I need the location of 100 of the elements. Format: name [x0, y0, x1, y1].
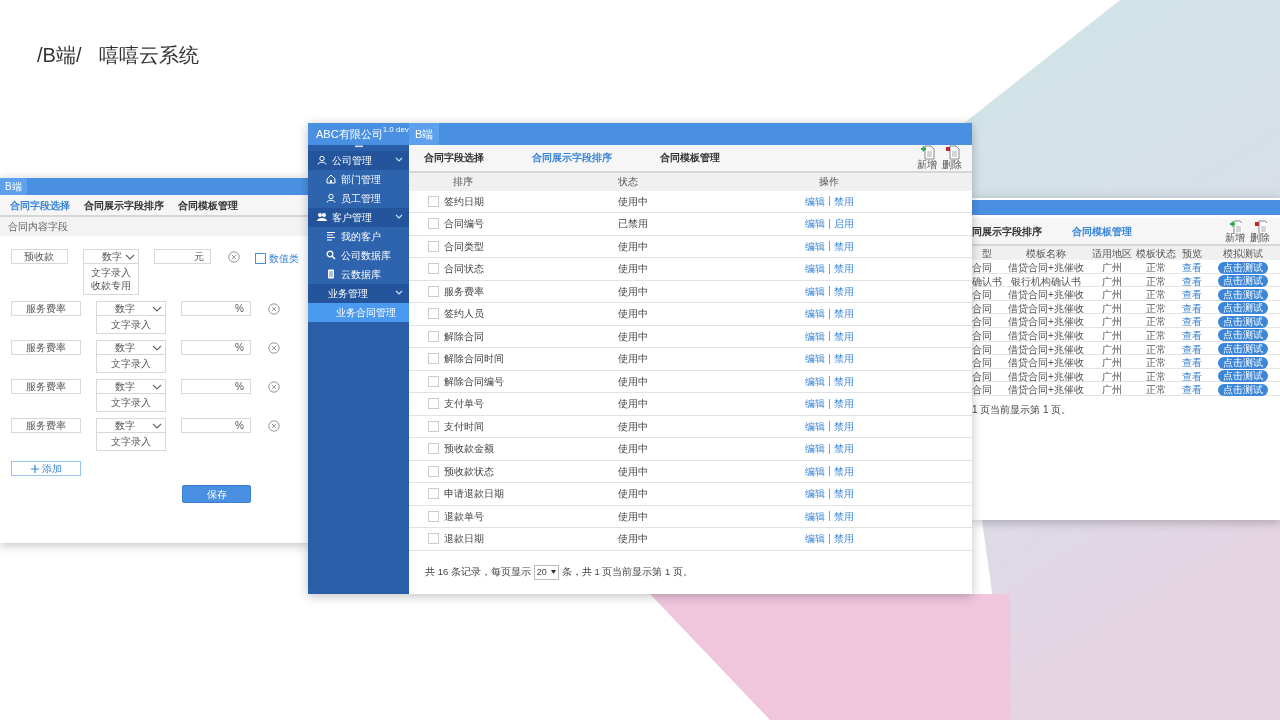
- remove-icon[interactable]: [268, 381, 280, 393]
- row-checkbox[interactable]: [428, 488, 439, 500]
- preview-link[interactable]: 查看: [1182, 300, 1202, 316]
- test-button[interactable]: 点击测试: [1218, 302, 1268, 315]
- remove-icon[interactable]: [268, 303, 280, 315]
- action-link[interactable]: 编辑: [804, 283, 825, 299]
- action-link[interactable]: 编辑: [804, 396, 825, 412]
- add-button[interactable]: 添加: [11, 461, 81, 476]
- action-link[interactable]: 禁用: [833, 193, 854, 209]
- remove-icon[interactable]: [268, 342, 280, 354]
- name-field[interactable]: 服务费率: [11, 340, 81, 355]
- name-field[interactable]: 服务费率: [11, 418, 81, 433]
- action-link[interactable]: 编辑: [804, 441, 825, 457]
- row-checkbox[interactable]: [428, 285, 439, 297]
- row-checkbox[interactable]: [428, 443, 439, 455]
- row-checkbox[interactable]: [428, 465, 439, 477]
- type-select[interactable]: 数字: [96, 418, 166, 433]
- test-button[interactable]: 点击测试: [1218, 315, 1268, 328]
- action-link[interactable]: 禁用: [833, 508, 854, 524]
- action-link[interactable]: 编辑: [804, 261, 825, 277]
- row-checkbox[interactable]: [428, 353, 439, 365]
- test-button[interactable]: 点击测试: [1218, 343, 1268, 356]
- action-link[interactable]: 编辑: [804, 486, 825, 502]
- unit-field[interactable]: 元: [153, 249, 212, 264]
- action-link[interactable]: 启用: [833, 216, 854, 232]
- action-link[interactable]: 编辑: [804, 531, 825, 547]
- action-link[interactable]: 编辑: [804, 216, 825, 232]
- name-field[interactable]: 预收款: [11, 249, 68, 264]
- test-button[interactable]: 点击测试: [1218, 275, 1268, 288]
- preview-link[interactable]: 查看: [1182, 368, 1202, 384]
- preview-link[interactable]: 查看: [1182, 273, 1202, 289]
- action-link[interactable]: 编辑: [804, 508, 825, 524]
- action-link[interactable]: 编辑: [804, 238, 825, 254]
- preview-link[interactable]: 查看: [1182, 382, 1202, 398]
- tab[interactable]: 合同模板管理: [660, 150, 720, 165]
- type-select[interactable]: 数字: [96, 340, 166, 355]
- test-button[interactable]: 点击测试: [1218, 329, 1268, 342]
- row-checkbox[interactable]: [428, 330, 439, 342]
- tab[interactable]: 合同展示字段排序: [532, 150, 612, 165]
- action-link[interactable]: 禁用: [833, 283, 854, 299]
- action-link[interactable]: 禁用: [833, 238, 854, 254]
- action-link[interactable]: 禁用: [833, 306, 854, 322]
- preview-link[interactable]: 查看: [1182, 314, 1202, 330]
- dropdown-option[interactable]: 文字录入: [90, 266, 131, 279]
- tab[interactable]: 合同字段选择: [10, 197, 70, 213]
- toolbar-button[interactable]: 删除: [1250, 219, 1270, 243]
- row-checkbox[interactable]: [428, 398, 439, 410]
- save-button[interactable]: 保存: [182, 485, 251, 503]
- section-tab[interactable]: B端: [0, 178, 27, 195]
- action-link[interactable]: 禁用: [833, 441, 854, 457]
- remove-icon[interactable]: [268, 420, 280, 432]
- name-field[interactable]: 服务费率: [11, 301, 81, 316]
- action-link[interactable]: 禁用: [833, 396, 854, 412]
- row-checkbox[interactable]: [428, 375, 439, 387]
- type-select[interactable]: 数字: [82, 249, 139, 264]
- action-link[interactable]: 禁用: [833, 486, 854, 502]
- section-tab[interactable]: B端: [409, 123, 440, 145]
- unit-field[interactable]: %: [181, 379, 251, 394]
- action-link[interactable]: 禁用: [833, 463, 854, 479]
- action-link[interactable]: 编辑: [804, 328, 825, 344]
- action-link[interactable]: 编辑: [804, 373, 825, 389]
- remove-icon[interactable]: [228, 251, 241, 263]
- preview-link[interactable]: 查看: [1182, 341, 1202, 357]
- action-link[interactable]: 编辑: [804, 463, 825, 479]
- tab[interactable]: 合同模板管理: [1072, 223, 1132, 239]
- name-field[interactable]: 服务费率: [11, 379, 81, 394]
- tab[interactable]: 合同展示字段排序: [84, 197, 164, 213]
- row-checkbox[interactable]: [428, 240, 439, 252]
- preview-link[interactable]: 查看: [1182, 287, 1202, 303]
- test-button[interactable]: 点击测试: [1218, 261, 1268, 274]
- action-link[interactable]: 禁用: [833, 351, 854, 367]
- tab[interactable]: 同展示字段排序: [972, 223, 1042, 239]
- test-button[interactable]: 点击测试: [1218, 370, 1268, 383]
- dropdown-option[interactable]: 收款专用: [90, 279, 131, 292]
- unit-field[interactable]: %: [181, 301, 251, 316]
- action-link[interactable]: 禁用: [833, 418, 854, 434]
- checkbox[interactable]: [255, 253, 267, 264]
- page-size-select[interactable]: 20: [533, 564, 559, 580]
- row-checkbox[interactable]: [428, 218, 439, 230]
- row-checkbox[interactable]: [428, 308, 439, 320]
- row-checkbox[interactable]: [428, 195, 439, 207]
- action-link[interactable]: 编辑: [804, 306, 825, 322]
- action-link[interactable]: 编辑: [804, 418, 825, 434]
- test-button[interactable]: 点击测试: [1218, 288, 1268, 301]
- type-select[interactable]: 数字: [96, 379, 166, 394]
- preview-link[interactable]: 查看: [1182, 327, 1202, 343]
- test-button[interactable]: 点击测试: [1218, 383, 1268, 396]
- action-link[interactable]: 编辑: [804, 351, 825, 367]
- action-link[interactable]: 编辑: [804, 193, 825, 209]
- test-button[interactable]: 点击测试: [1218, 356, 1268, 369]
- type-select[interactable]: 数字: [96, 301, 166, 316]
- toolbar-button[interactable]: 删除: [942, 145, 962, 170]
- toolbar-button[interactable]: 新增: [917, 145, 937, 170]
- tab[interactable]: 合同字段选择: [424, 150, 484, 165]
- unit-field[interactable]: %: [181, 340, 251, 355]
- action-link[interactable]: 禁用: [833, 373, 854, 389]
- sidebar-group[interactable]: 公司管理: [308, 150, 409, 170]
- unit-field[interactable]: %: [181, 418, 251, 433]
- action-link[interactable]: 禁用: [833, 328, 854, 344]
- row-checkbox[interactable]: [428, 263, 439, 275]
